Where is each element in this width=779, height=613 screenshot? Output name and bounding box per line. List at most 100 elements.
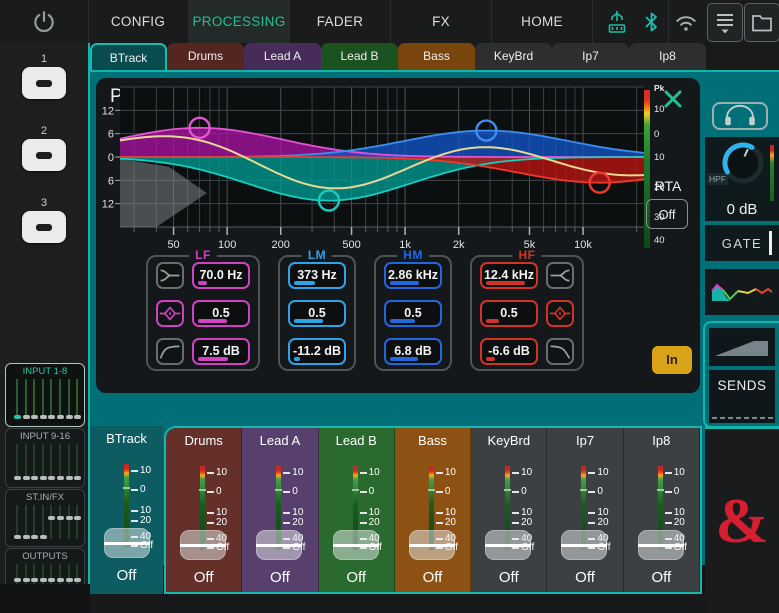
channel-tab-ip8[interactable]: Ip8 [629, 43, 706, 70]
strip-fader: 100102040Off [242, 462, 317, 584]
fader-strip-btrack[interactable]: BTrack100102040OffOff [90, 426, 163, 594]
fader-tick-label: 20 [521, 517, 532, 528]
top-bar: CONFIGPROCESSINGFADERFXHOME [0, 0, 779, 44]
fader-strip-lead-a[interactable]: Lead A100102040OffOff [242, 428, 318, 592]
fader-tick [512, 512, 519, 514]
fader-strip-ip7[interactable]: Ip7100102040OffOff [547, 428, 623, 592]
gain-knob[interactable] [719, 139, 767, 187]
meter-tick-label: 10 [654, 152, 665, 163]
mini-fader-cap [23, 476, 30, 480]
band-freq-value[interactable]: 70.0 Hz [192, 262, 250, 289]
fader-strip-drums[interactable]: Drums100102040OffOff [166, 428, 242, 592]
band-gain-value[interactable]: -11.2 dB [288, 338, 346, 365]
peq-thumbnail-button[interactable] [705, 269, 779, 315]
strip-fader: 100102040Off [319, 462, 394, 584]
band-gain-value[interactable]: -6.6 dB [480, 338, 538, 365]
soft-key-3[interactable]: 3 [22, 197, 66, 243]
power-button[interactable] [0, 0, 89, 43]
bell-icon[interactable] [546, 300, 574, 327]
band-freq-value[interactable]: 12.4 kHz [480, 262, 538, 289]
channel-tab-lead-a[interactable]: Lead A [244, 43, 321, 70]
meters-menu-button[interactable] [707, 3, 743, 42]
strip-level: Off [90, 567, 163, 584]
tab-config[interactable]: CONFIG [88, 0, 189, 43]
svg-text:6: 6 [108, 175, 114, 187]
fader-cap[interactable] [104, 528, 150, 558]
shelf-hi-icon[interactable] [546, 262, 574, 289]
tab-home[interactable]: HOME [492, 0, 593, 43]
channel-tab-lead-b[interactable]: Lead B [321, 43, 398, 70]
fader-tick [207, 522, 214, 524]
band-gain-value[interactable]: 7.5 dB [192, 338, 250, 365]
tab-fx[interactable]: FX [391, 0, 492, 43]
fader-strip-keybrd[interactable]: KeyBrd100102040OffOff [471, 428, 547, 592]
fader-cap[interactable] [485, 530, 531, 560]
sends-label: SENDS [709, 378, 775, 393]
tab-processing[interactable]: PROCESSING [189, 0, 290, 43]
fader-tick-label: 20 [674, 517, 685, 528]
channel-tab-bass[interactable]: Bass [398, 43, 475, 70]
fader-tick [360, 491, 367, 493]
band-freq-value[interactable]: 2.86 kHz [384, 262, 442, 289]
soft-key-cap [22, 211, 66, 243]
fader-cap[interactable] [409, 530, 455, 560]
layer-select-st-in-fx[interactable]: ST.IN/FX [5, 489, 85, 547]
shelf-lo-icon[interactable] [156, 262, 184, 289]
peq-in-button[interactable]: In [652, 346, 692, 374]
mini-fader-cap [31, 415, 38, 419]
selected-channel-strip[interactable]: BTrack100102040OffOff [90, 426, 163, 594]
band-freq-value[interactable]: 373 Hz [288, 262, 346, 289]
headphones-button[interactable] [712, 102, 768, 130]
svg-text:12: 12 [102, 105, 114, 117]
soft-key-slot [36, 152, 52, 159]
fader-tick-label: 0 [674, 486, 680, 497]
value-bar [390, 357, 418, 361]
fader-cap[interactable] [561, 530, 607, 560]
fader-cap[interactable] [333, 530, 379, 560]
layer-select-input-1-8[interactable]: INPUT 1-8 [5, 363, 85, 427]
band-width-value[interactable]: 0.5 [384, 300, 442, 327]
mini-fader-cap [31, 578, 38, 582]
fader-tick-label: 0 [597, 486, 603, 497]
layer-select-input-9-16[interactable]: INPUT 9-16 [5, 428, 85, 488]
close-icon[interactable] [662, 88, 684, 110]
compressor-thumbnail-button[interactable] [709, 328, 775, 366]
library-folder-button[interactable] [744, 3, 779, 42]
channel-tab-ip7[interactable]: Ip7 [552, 43, 629, 70]
band-values: 12.4 kHz 0.5 -6.6 dB [480, 262, 538, 365]
soft-key-2[interactable]: 2 [22, 125, 66, 171]
mini-fader-track [76, 444, 78, 480]
fader-strip-bass[interactable]: Bass100102040OffOff [395, 428, 471, 592]
lpf-icon[interactable] [546, 338, 574, 365]
channel-tab-keybrd[interactable]: KeyBrd [475, 43, 552, 70]
band-gain-value[interactable]: 6.8 dB [384, 338, 442, 365]
band-width-value[interactable]: 0.5 [192, 300, 250, 327]
fader-tick-label: 20 [216, 517, 227, 528]
usb-recorder-icon [598, 0, 636, 43]
soft-key-1[interactable]: 1 [22, 53, 66, 99]
band-width-value[interactable]: 0.5 [480, 300, 538, 327]
gate-button[interactable]: GATE [705, 225, 779, 261]
bell-icon[interactable] [156, 300, 184, 327]
strip-level: Off [471, 569, 546, 586]
rta-toggle-button[interactable]: Off [646, 199, 688, 229]
fader-strip-ip8[interactable]: Ip8100102040OffOff [624, 428, 700, 592]
fader-tick [665, 491, 672, 493]
sends-button[interactable]: SENDS [709, 370, 775, 423]
mini-fader-cap [74, 578, 81, 582]
channel-tab-drums[interactable]: Drums [167, 43, 244, 70]
fader-tick [131, 470, 138, 472]
fader-cap[interactable] [180, 530, 226, 560]
tab-fader[interactable]: FADER [290, 0, 391, 43]
channel-tab-btrack[interactable]: BTrack [90, 43, 167, 70]
mini-fader-cap [66, 415, 73, 419]
band-shape-buttons [156, 262, 184, 365]
eq-graph[interactable]: 501002005001k2k5k10k1260612 [96, 83, 656, 258]
fader-strip-lead-b[interactable]: Lead B100102040OffOff [319, 428, 395, 592]
hpf-icon[interactable] [156, 338, 184, 365]
layer-label: ST.IN/FX [6, 490, 84, 503]
band-width-value[interactable]: 0.5 [288, 300, 346, 327]
layer-select-outputs[interactable]: OUTPUTS [5, 548, 85, 584]
fader-cap[interactable] [256, 530, 302, 560]
fader-cap[interactable] [638, 530, 684, 560]
